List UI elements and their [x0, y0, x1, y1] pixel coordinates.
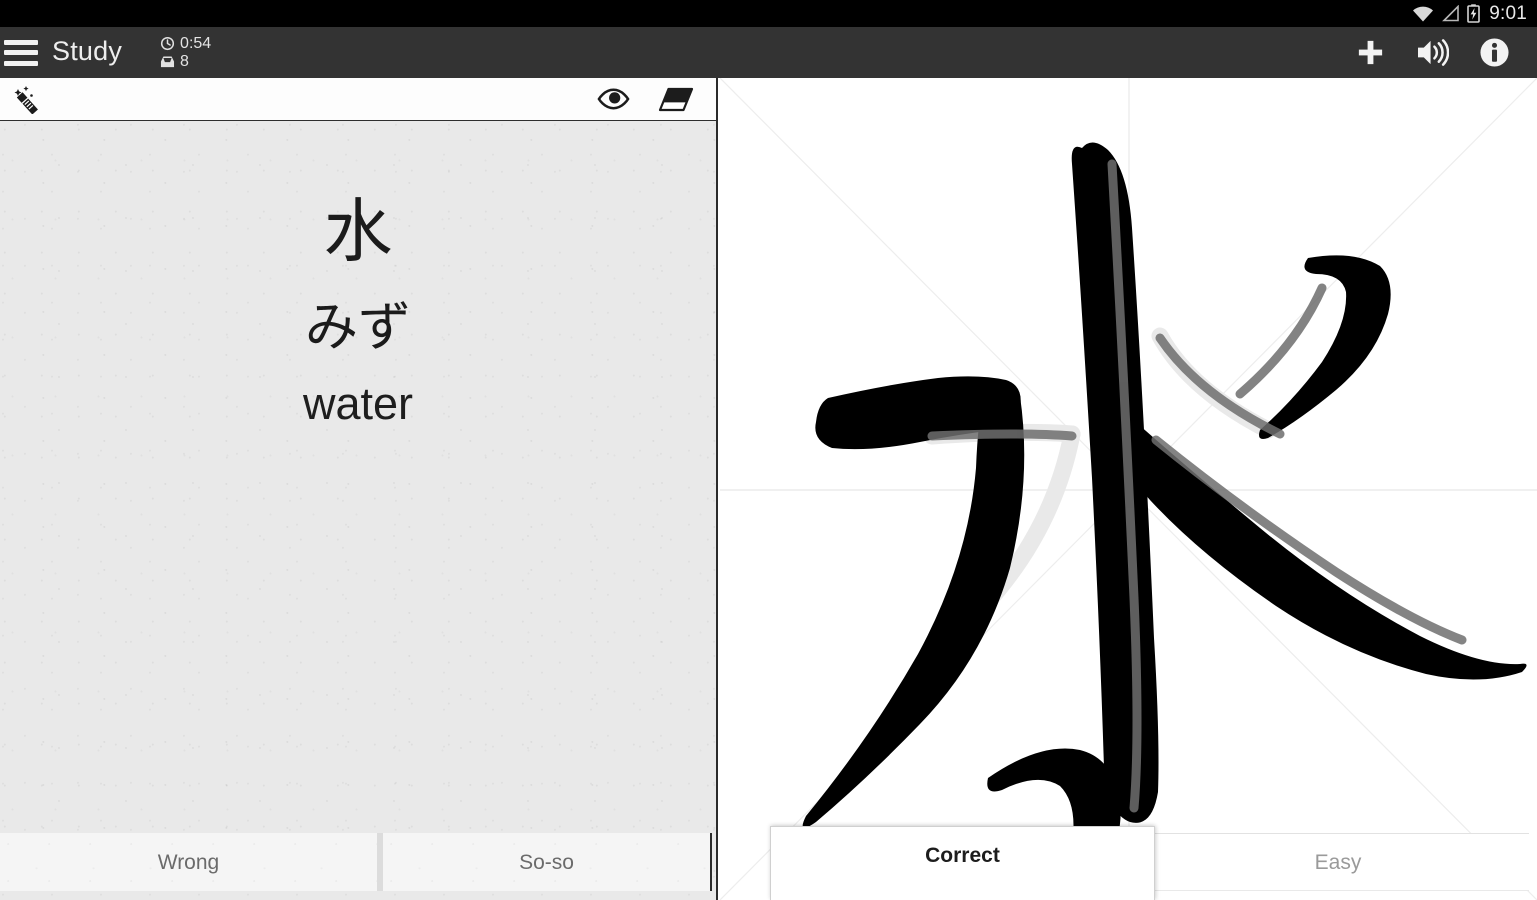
hamburger-menu-icon[interactable] — [4, 39, 38, 66]
session-stats: 0:54 8 — [160, 34, 212, 70]
add-button[interactable] — [1339, 27, 1401, 78]
answer-easy-button[interactable]: Easy — [1147, 833, 1529, 891]
action-bar: Study 0:54 8 — [0, 27, 1537, 78]
answer-correct-button[interactable]: Correct — [770, 826, 1155, 900]
action-bar-actions — [1339, 27, 1537, 78]
clock-icon — [160, 36, 175, 51]
card-front-face: 水 みず water — [0, 121, 716, 900]
answer-button-row: Wrong So-so Easy — [0, 833, 1537, 891]
android-status-bar: 9:01 — [0, 0, 1537, 27]
info-button[interactable] — [1463, 27, 1525, 78]
session-timer-value: 0:54 — [180, 34, 212, 52]
wifi-icon — [1412, 5, 1434, 22]
session-queue: 8 — [160, 52, 211, 70]
question-reading: みず — [305, 297, 411, 358]
speaker-volume-icon — [1416, 38, 1449, 67]
question-kanji: 水 — [323, 192, 393, 272]
question-meaning: water — [302, 378, 414, 429]
answer-soso-button[interactable]: So-so — [383, 833, 712, 891]
status-time: 9:01 — [1489, 3, 1527, 24]
card-toolbar — [0, 78, 716, 121]
sound-button[interactable] — [1401, 27, 1463, 78]
answer-wrong-button[interactable]: Wrong — [0, 833, 383, 891]
eye-icon[interactable] — [597, 87, 630, 111]
drawn-kanji-strokes — [802, 142, 1527, 889]
info-circle-icon — [1479, 37, 1510, 68]
magic-wand-icon[interactable] — [12, 84, 52, 114]
card-toolbar-right — [597, 87, 716, 112]
battery-charging-icon — [1467, 4, 1481, 23]
session-timer: 0:54 — [160, 34, 212, 52]
drawing-canvas-panel[interactable] — [720, 78, 1537, 900]
page-title: Study — [52, 36, 123, 66]
signal-icon — [1441, 5, 1460, 22]
plus-icon — [1355, 37, 1386, 68]
eraser-icon[interactable] — [658, 87, 694, 112]
study-screen: 9:01 Study 0:54 8 水 みず water Wrong So-so… — [0, 0, 1537, 900]
card-toolbar-left — [0, 84, 52, 114]
inbox-tray-icon — [160, 55, 175, 69]
session-queue-count: 8 — [180, 52, 189, 70]
question-card-panel: 水 みず water — [0, 78, 718, 900]
